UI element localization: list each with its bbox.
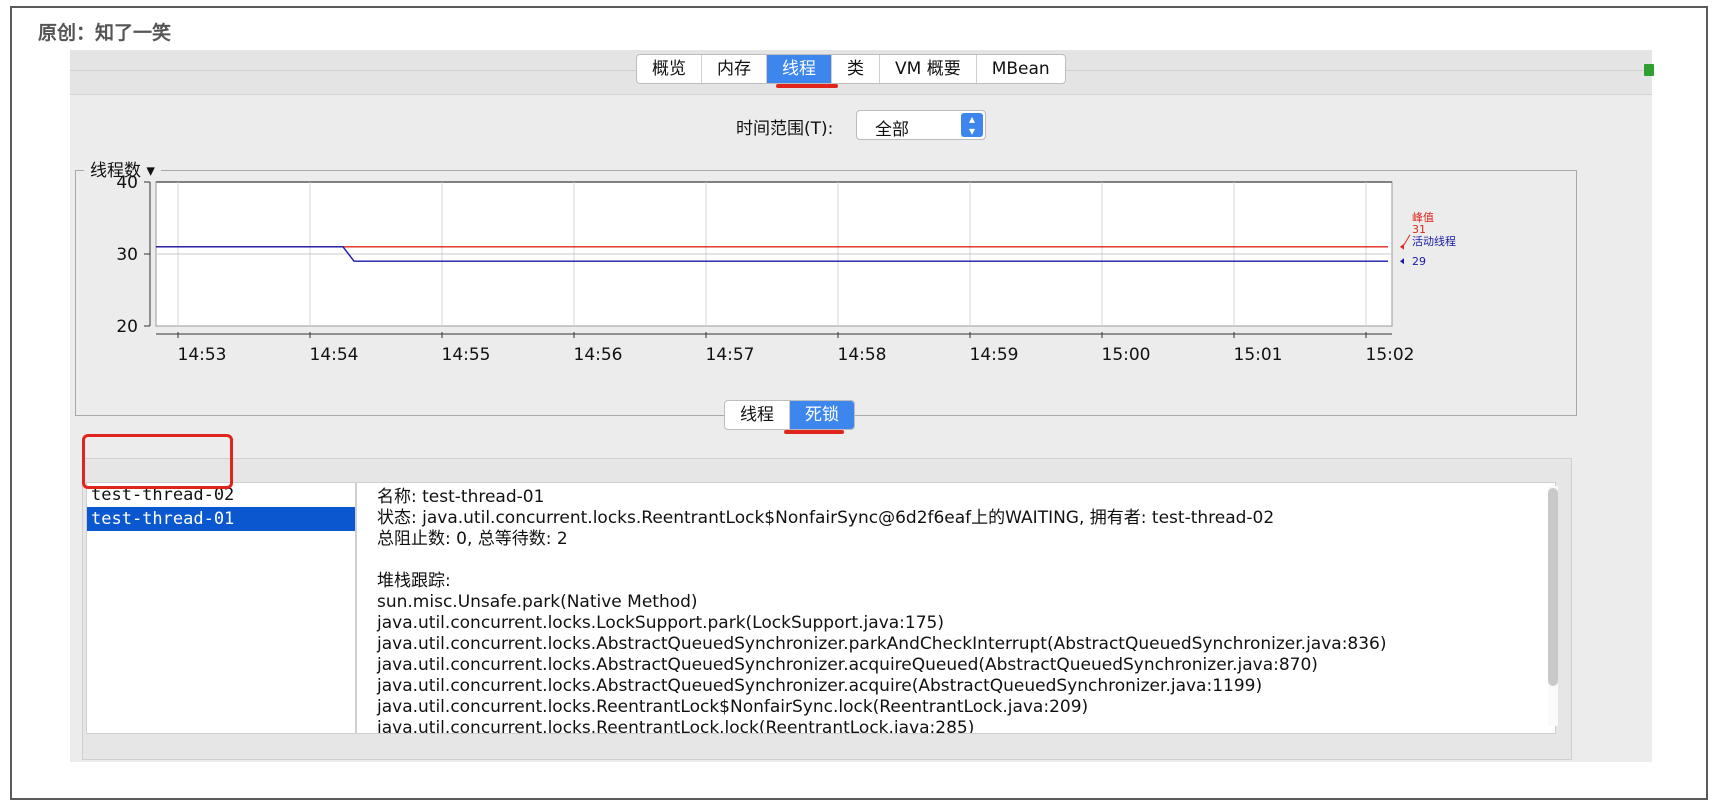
x-tick-label: 15:02 — [1366, 345, 1415, 365]
stack-frame: java.util.concurrent.locks.AbstractQueue… — [377, 655, 1318, 675]
peak-marker — [1400, 243, 1404, 250]
x-tick-label: 14:58 — [838, 345, 887, 365]
x-tick-label: 14:57 — [706, 345, 755, 365]
thread-detail-text: 名称: test-thread-01 状态: java.util.concurr… — [377, 487, 1387, 734]
thread-detail: 名称: test-thread-01 状态: java.util.concurr… — [356, 482, 1556, 734]
thread-list-item-selected[interactable]: test-thread-01 — [87, 507, 355, 531]
stack-frame: java.util.concurrent.locks.AbstractQueue… — [377, 676, 1263, 696]
thread-list-highlight — [82, 434, 233, 489]
stack-frame: java.util.concurrent.locks.ReentrantLock… — [377, 697, 1089, 717]
stack-frame: sun.misc.Unsafe.park(Native Method) — [377, 592, 698, 612]
deadlock-tab-highlight — [784, 430, 844, 434]
x-tick-label: 14:56 — [574, 345, 623, 365]
detail-counts: 总阻止数: 0, 总等待数: 2 — [377, 529, 568, 549]
detail-scrollbar-thumb[interactable] — [1548, 488, 1558, 686]
x-tick-label: 15:01 — [1234, 345, 1283, 365]
subtab-deadlock[interactable]: 死锁 — [790, 401, 854, 429]
detail-name: 名称: test-thread-01 — [377, 487, 545, 507]
legend-live-value: 29 — [1412, 255, 1426, 268]
thread-count-chart: 14:53 14:54 14:55 14:56 14:57 14:58 14:59 15:00… — [116, 173, 1456, 365]
stack-frame: java.util.concurrent.locks.LockSupport.p… — [377, 613, 944, 633]
subtab-threads[interactable]: 线程 — [725, 401, 790, 429]
stack-header: 堆栈跟踪: — [377, 571, 451, 591]
live-marker — [1400, 258, 1404, 265]
detail-state: 状态: java.util.concurrent.locks.Reentrant… — [377, 508, 1275, 528]
sub-tab-bar: 线程 死锁 — [724, 400, 855, 430]
legend-live-name: 活动线程 — [1412, 234, 1456, 248]
jconsole-window: 概览 内存 线程 类 VM 概要 MBean 时间范围(T): 全部 ▴ ▾ 线程… — [70, 50, 1654, 762]
y-tick-label: 20 — [116, 317, 138, 337]
stack-frame: java.util.concurrent.locks.AbstractQueue… — [377, 634, 1387, 654]
x-tick-label: 14:59 — [970, 345, 1019, 365]
watermark: 原创：知了一笑 — [38, 22, 172, 44]
x-tick-label: 14:53 — [178, 345, 227, 365]
x-tick-label: 14:55 — [442, 345, 491, 365]
thread-list: test-thread-02 test-thread-01 — [86, 482, 356, 734]
x-tick-label: 14:54 — [310, 345, 359, 365]
y-tick-label: 40 — [116, 173, 138, 193]
peak-leader — [1403, 234, 1411, 246]
stack-frame: java.util.concurrent.locks.ReentrantLock… — [377, 718, 975, 734]
x-tick-label: 15:00 — [1102, 345, 1151, 365]
y-tick-label: 30 — [116, 245, 138, 265]
